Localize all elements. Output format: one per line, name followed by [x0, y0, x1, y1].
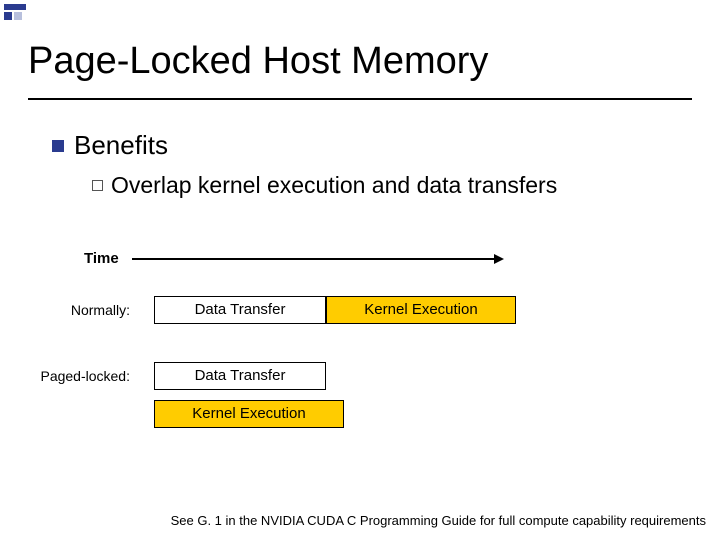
box-paged-data-transfer: Data Transfer — [154, 362, 326, 390]
slide: Page-Locked Host Memory Benefits Overlap… — [0, 0, 720, 540]
time-axis-label: Time — [84, 250, 119, 267]
row-label-paged-locked: Paged-locked: — [10, 368, 130, 384]
box-normally-data-transfer: Data Transfer — [154, 296, 326, 324]
bullet-benefits: Benefits — [52, 130, 168, 161]
square-bullet-icon — [52, 140, 64, 152]
bullet-overlap: Overlap kernel execution and data transf… — [92, 172, 557, 199]
box-paged-kernel-exec: Kernel Execution — [154, 400, 344, 428]
time-arrow-icon — [132, 258, 502, 260]
hollow-square-bullet-icon — [92, 180, 103, 191]
row-label-normally: Normally: — [10, 302, 130, 318]
footnote: See G. 1 in the NVIDIA CUDA C Programmin… — [171, 513, 706, 528]
bullet-l1-text: Benefits — [74, 130, 168, 161]
slide-title: Page-Locked Host Memory — [28, 40, 488, 83]
header-accent-icon — [4, 4, 26, 20]
box-normally-kernel-exec: Kernel Execution — [326, 296, 516, 324]
bullet-l2-text: Overlap kernel execution and data transf… — [111, 172, 557, 199]
title-underline — [28, 98, 692, 100]
